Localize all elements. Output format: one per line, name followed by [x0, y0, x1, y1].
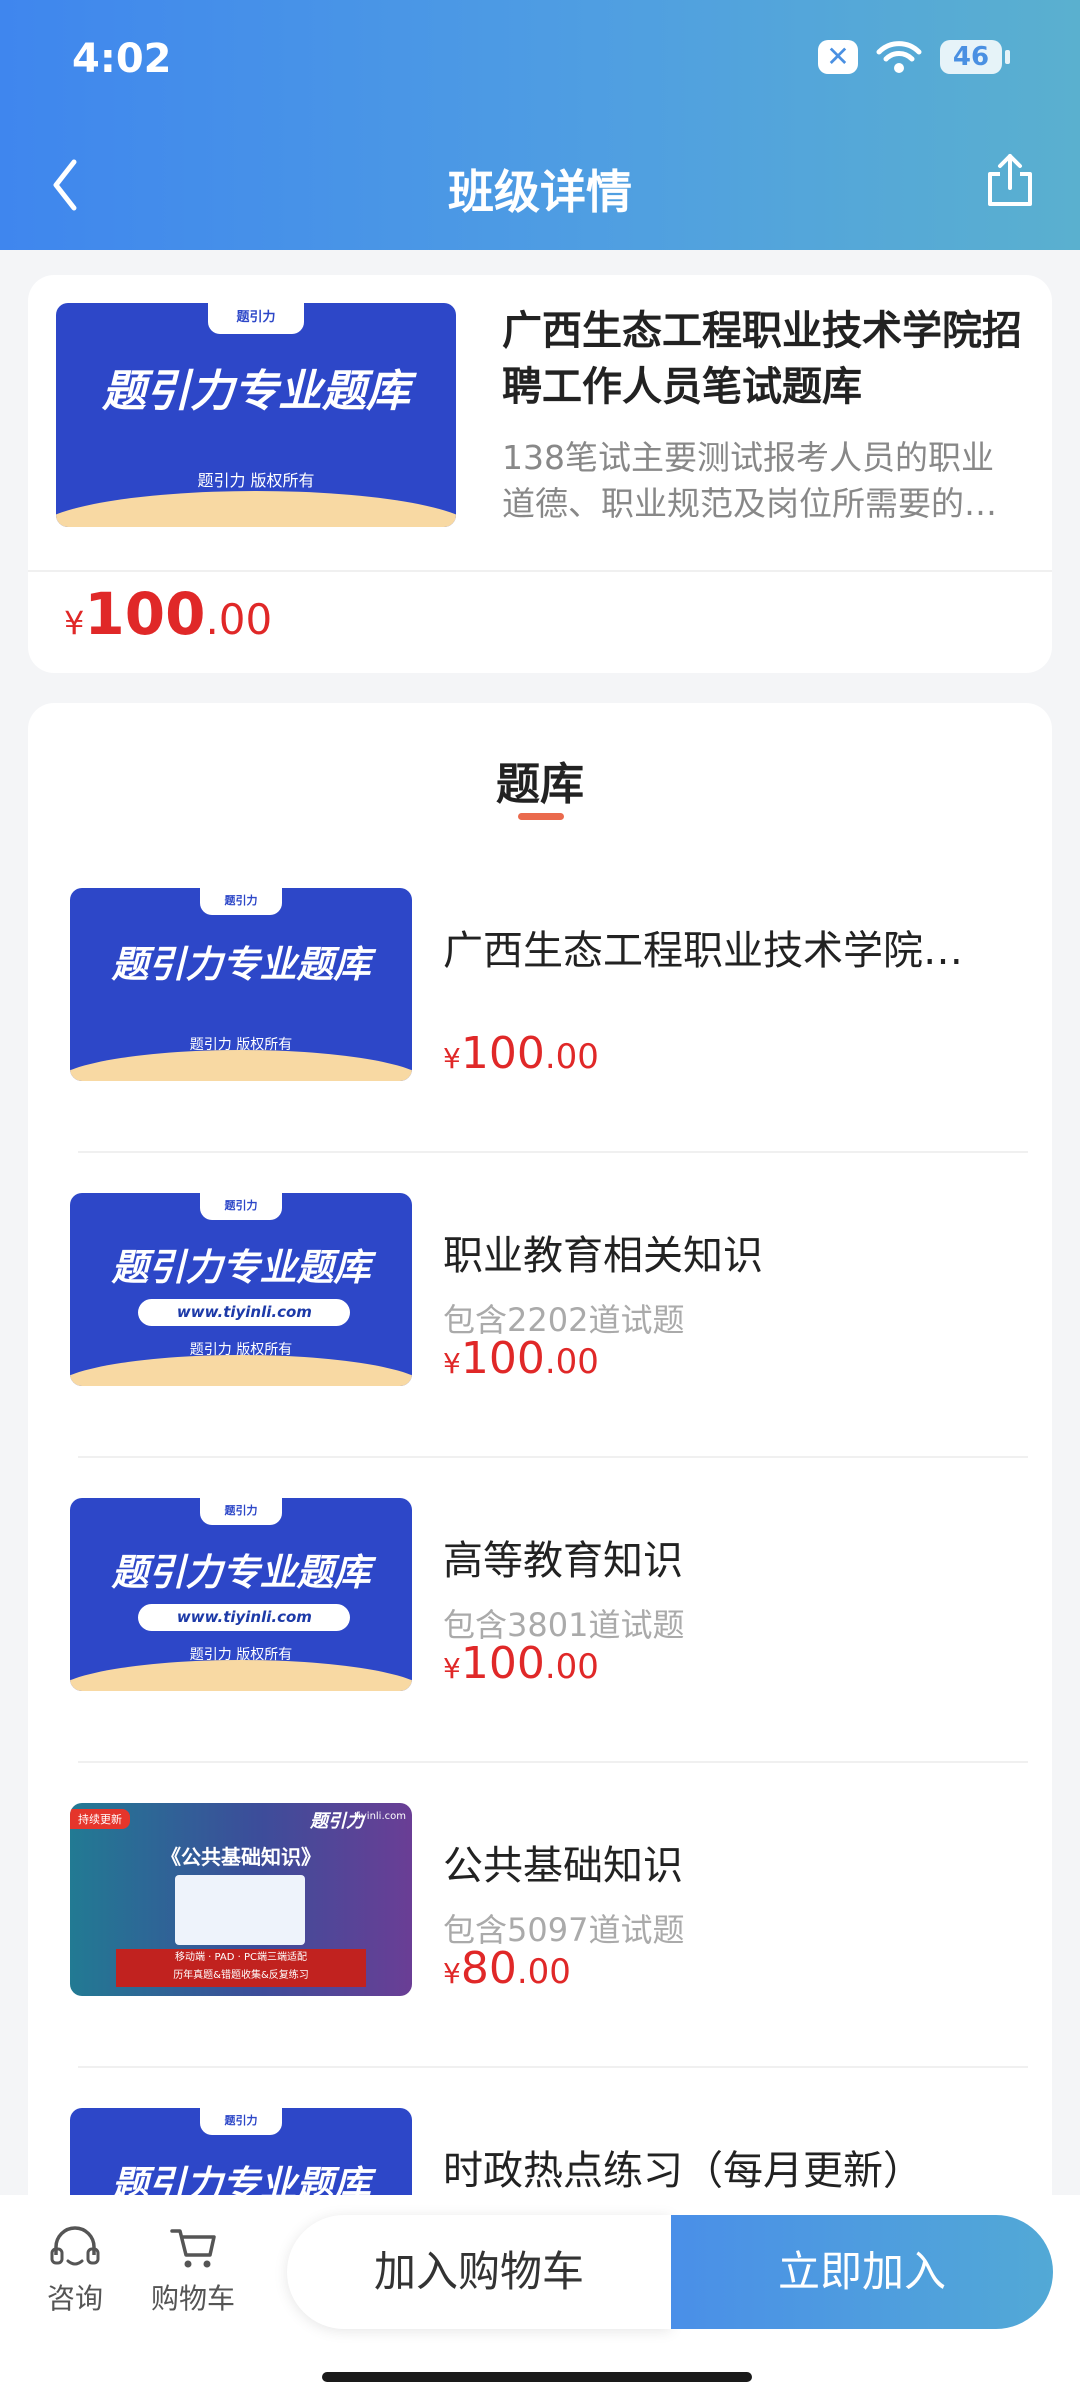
item-name: 公共基础知识: [443, 1843, 683, 1889]
item-name: 广西生态工程职业技术学院…: [443, 928, 963, 974]
item-name: 职业教育相关知识: [443, 1233, 763, 1279]
thumbnail-subtitle: 题引力 版权所有: [197, 471, 315, 490]
thumbnail-banner: 移动端 · PAD · PC端三端适配 历年真题&错题收集&反复练习: [116, 1949, 366, 1987]
item-name: 时政热点练习（每月更新）: [443, 2148, 923, 2194]
thumbnail-logo: 题引力: [236, 310, 276, 325]
update-badge: 持续更新: [70, 1809, 130, 1829]
list-item[interactable]: 持续更新 题引力 tiyinli.com 《公共基础知识》 移动端 · PAD …: [28, 1803, 1052, 2110]
list-item[interactable]: 题引力 题引力专业题库 题引力 版权所有 广西生态工程职业技术学院… ¥100.…: [28, 888, 1052, 1195]
list-item[interactable]: 题引力 题引力专业题库 www.tiyinli.com 题引力 版权所有 职业教…: [28, 1193, 1052, 1500]
class-price: ¥100.00: [64, 580, 273, 648]
item-price: ¥100.00: [443, 1028, 599, 1079]
bottom-action-bar: 咨询 购物车 加入购物车 立即加入: [0, 2195, 1080, 2400]
item-thumbnail: 题引力 题引力专业题库 题引力 版权所有: [70, 888, 412, 1081]
class-title: 广西生态工程职业技术学院招聘工作人员笔试题库: [502, 308, 1022, 410]
cart-button[interactable]: 购物车: [138, 2225, 248, 2317]
join-now-button[interactable]: 立即加入: [671, 2215, 1053, 2329]
close-badge-icon: ✕: [818, 40, 858, 74]
status-time: 4:02: [72, 36, 172, 82]
consult-label: 咨询: [46, 2282, 103, 2315]
wifi-icon: [876, 41, 922, 73]
divider: [28, 570, 1052, 572]
thumbnail-site: tiyinli.com: [354, 1811, 406, 1822]
thumbnail-logo: 题引力: [224, 1199, 258, 1212]
cart-icon: [170, 2229, 216, 2268]
consult-button[interactable]: 咨询: [20, 2225, 130, 2317]
tab-underline: [518, 813, 564, 820]
item-thumbnail: 持续更新 题引力 tiyinli.com 《公共基础知识》 移动端 · PAD …: [70, 1803, 412, 1996]
thumbnail-title: 题引力专业题库: [111, 1246, 371, 1289]
class-thumbnail: 题引力 题引力专业题库 题引力 版权所有: [56, 303, 456, 527]
status-icons: ✕ 46: [818, 40, 1010, 74]
thumbnail-logo: 题引力: [224, 1504, 258, 1517]
divider: [78, 2066, 1028, 2068]
thumbnail-title: 《公共基础知识》: [161, 1845, 321, 1869]
page-title: 班级详情: [448, 165, 632, 219]
class-description: 138笔试主要测试报考人员的职业道德、职业规范及岗位所需要的…: [502, 438, 997, 523]
home-indicator: [322, 2372, 752, 2382]
item-price: ¥100.00: [443, 1638, 599, 1689]
headset-icon: [50, 2226, 100, 2266]
thumbnail-title: 题引力专业题库: [111, 1551, 371, 1594]
divider: [78, 1151, 1028, 1153]
item-thumbnail: 题引力 题引力专业题库 www.tiyinli.com 题引力 版权所有: [70, 1193, 412, 1386]
item-name: 高等教育知识: [443, 1538, 683, 1584]
item-price: ¥100.00: [443, 1333, 599, 1384]
divider: [78, 1761, 1028, 1763]
thumbnail-logo: 题引力: [224, 894, 258, 907]
question-bank-card: 题库 题引力 题引力专业题库 题引力 版权所有 广西生态工程职业技术学院… ¥1…: [28, 703, 1052, 2263]
class-summary-card: 题引力 题引力专业题库 题引力 版权所有 广西生态工程职业技术学院招聘工作人员笔…: [28, 275, 1052, 673]
thumbnail-url: www.tiyinli.com: [138, 1299, 351, 1327]
thumbnail-title: 题引力专业题库: [111, 943, 371, 986]
divider: [78, 1456, 1028, 1458]
share-icon[interactable]: [980, 150, 1040, 210]
item-price: ¥80.00: [443, 1943, 571, 1994]
thumbnail-url: www.tiyinli.com: [138, 1604, 351, 1632]
add-to-cart-button[interactable]: 加入购物车: [287, 2215, 671, 2329]
item-thumbnail: 题引力 题引力专业题库 www.tiyinli.com 题引力 版权所有: [70, 1498, 412, 1691]
list-item[interactable]: 题引力 题引力专业题库 www.tiyinli.com 题引力 版权所有 高等教…: [28, 1498, 1052, 1805]
battery-icon: 46: [940, 40, 1010, 74]
header: 4:02 ✕ 46 班级详情: [0, 0, 1080, 250]
thumbnail-logo: 题引力: [224, 2114, 258, 2127]
thumbnail-title: 题引力专业题库: [102, 366, 410, 417]
device-illustration: [175, 1875, 305, 1945]
cart-label: 购物车: [150, 2282, 235, 2315]
tab-question-bank[interactable]: 题库: [28, 748, 1052, 812]
